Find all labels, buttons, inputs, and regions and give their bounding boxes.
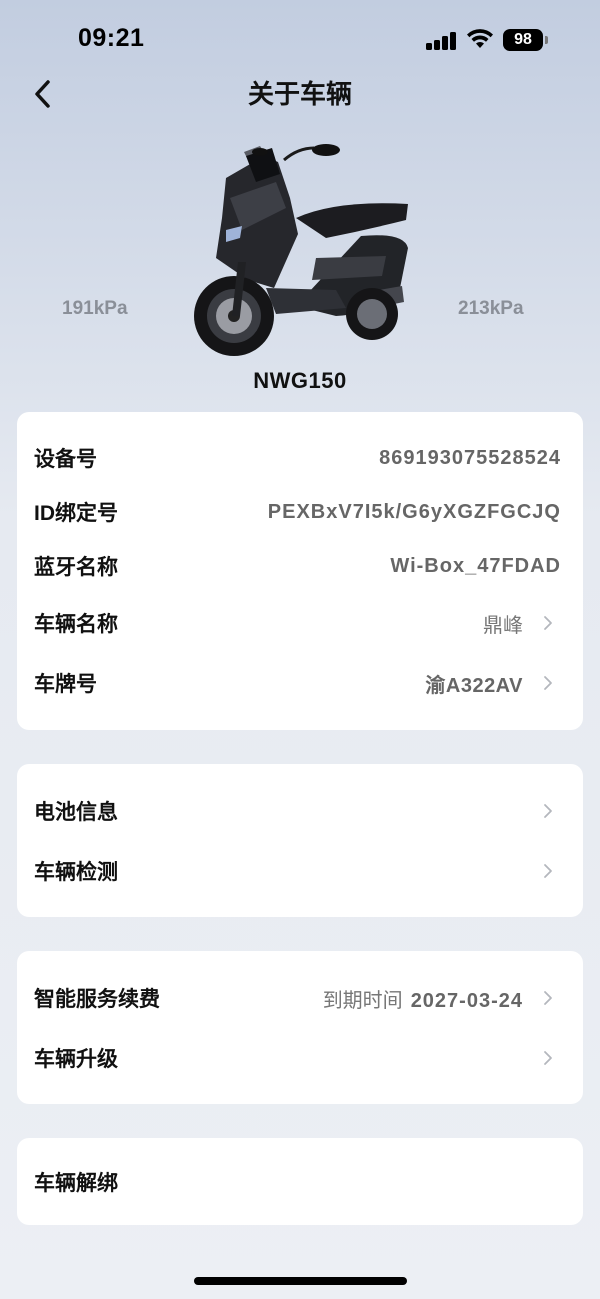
chevron-right-icon: [544, 1051, 552, 1065]
device-number-row: 设备号 869193075528524: [17, 438, 583, 478]
binding-id-row: ID绑定号 PEXBxV7I5k/G6yXGZFGCJQ: [17, 492, 583, 532]
row-label: 车辆升级: [34, 1048, 118, 1071]
device-number-value: 869193075528524: [379, 446, 561, 469]
bluetooth-name-row: 蓝牙名称 Wi-Box_47FDAD: [17, 546, 583, 586]
vehicle-name-row[interactable]: 车辆名称 鼎峰: [17, 603, 583, 643]
status-time: 09:21: [78, 24, 145, 52]
row-label: 车辆解绑: [34, 1172, 118, 1195]
chevron-right-icon: [544, 804, 552, 818]
battery-indicator: 98: [503, 29, 548, 51]
vehicle-info-card: 设备号 869193075528524 ID绑定号 PEXBxV7I5k/G6y…: [17, 412, 583, 730]
front-tire-pressure: 191kPa: [62, 298, 128, 319]
service-card: 智能服务续费 到期时间 2027-03-24 车辆升级: [17, 951, 583, 1104]
row-label: 智能服务续费: [34, 988, 160, 1011]
rear-tire-pressure: 213kPa: [458, 298, 524, 319]
battery-info-row[interactable]: 电池信息: [17, 791, 583, 831]
vehicle-name-value: 鼎峰: [483, 614, 523, 637]
chevron-right-icon: [544, 991, 552, 1005]
chevron-right-icon: [544, 616, 552, 630]
row-label: 车牌号: [34, 673, 97, 696]
row-label: 蓝牙名称: [34, 556, 118, 579]
vehicle-image: [194, 144, 408, 356]
vehicle-diagnostics-row[interactable]: 车辆检测: [17, 851, 583, 891]
row-label: ID绑定号: [34, 502, 118, 525]
license-plate-value: 渝A322AV: [425, 674, 523, 697]
vehicle-upgrade-row[interactable]: 车辆升级: [17, 1038, 583, 1078]
expiry-value: 到期时间 2027-03-24: [323, 984, 523, 1013]
row-label: 车辆检测: [34, 861, 118, 884]
home-indicator[interactable]: [194, 1277, 407, 1285]
row-label: 设备号: [34, 448, 97, 471]
wifi-icon: [467, 29, 493, 48]
binding-id-value: PEXBxV7I5k/G6yXGZFGCJQ: [267, 500, 561, 523]
chevron-right-icon: [544, 676, 552, 690]
expiry-label: 到期时间: [322, 989, 403, 1012]
page-title: 关于车辆: [247, 79, 352, 109]
status-bar: 09:21 98: [0, 0, 600, 80]
license-plate-row[interactable]: 车牌号 渝A322AV: [17, 663, 583, 703]
device-card: 电池信息 车辆检测: [17, 764, 583, 917]
chevron-right-icon: [544, 864, 552, 878]
cellular-signal-icon: [426, 32, 458, 50]
vehicle-model: NWG150: [253, 368, 347, 393]
bluetooth-name-value: Wi-Box_47FDAD: [390, 554, 561, 577]
row-label: 车辆名称: [34, 613, 118, 636]
unbind-card: 车辆解绑: [17, 1138, 583, 1225]
expiry-date: 2027-03-24: [410, 989, 523, 1012]
service-renewal-row[interactable]: 智能服务续费 到期时间 2027-03-24: [17, 978, 583, 1018]
row-label: 电池信息: [34, 801, 118, 824]
unbind-vehicle-row[interactable]: 车辆解绑: [17, 1162, 583, 1202]
